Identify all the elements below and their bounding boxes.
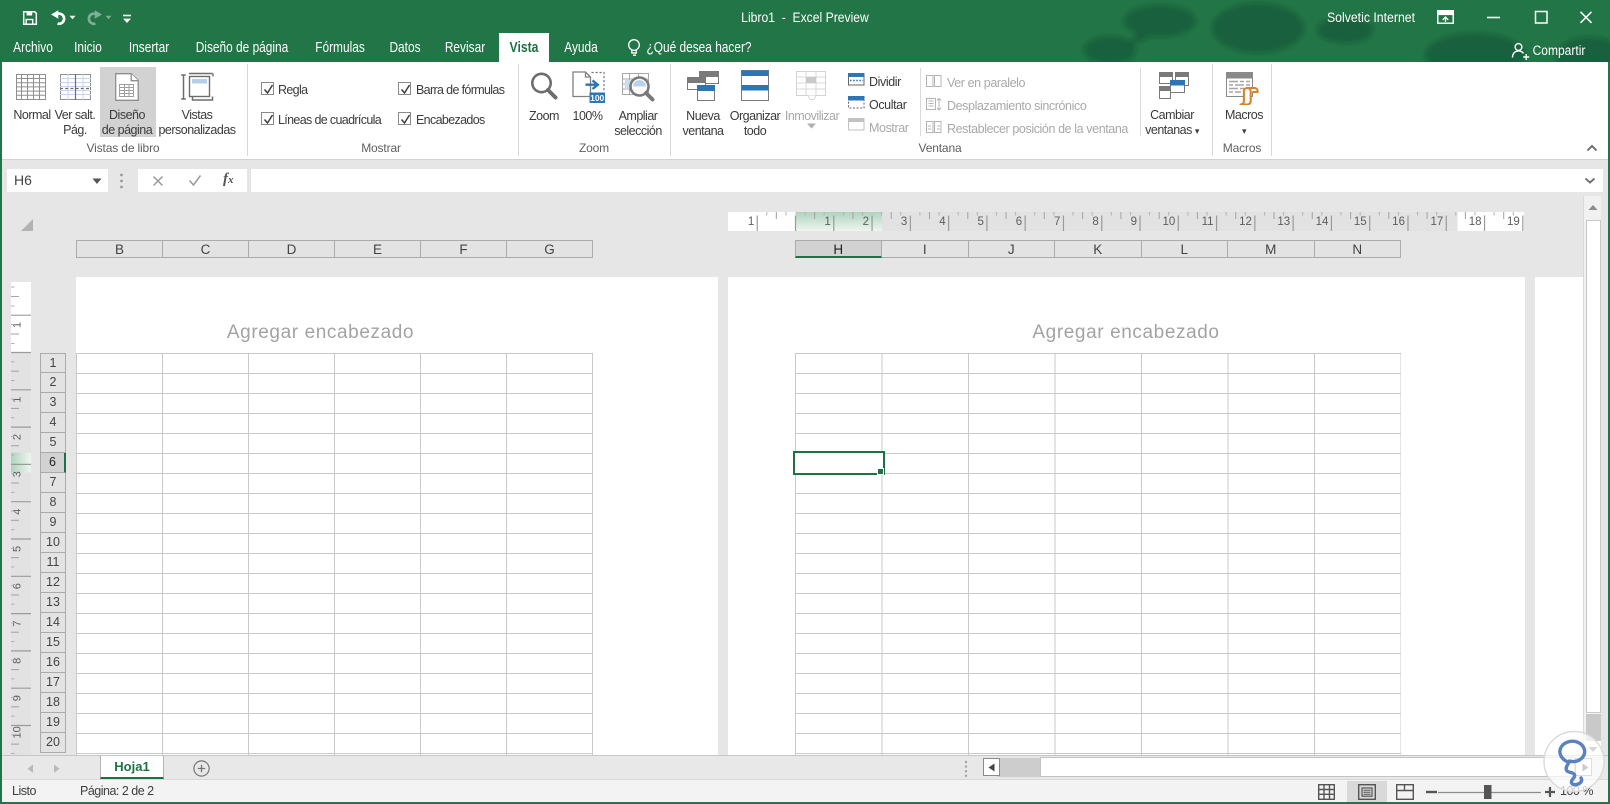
svg-text:4: 4 [12,509,24,515]
svg-text:5: 5 [12,546,24,552]
svg-text:3: 3 [12,471,24,477]
svg-text:2: 2 [12,434,24,440]
svg-text:2: 2 [862,216,868,228]
svg-text:6: 6 [1015,216,1021,228]
svg-text:10: 10 [1162,216,1175,228]
svg-text:15: 15 [1353,216,1366,228]
svg-text:9: 9 [1130,216,1136,228]
svg-text:16: 16 [1392,216,1405,228]
svg-text:7: 7 [1054,216,1060,228]
svg-text:5: 5 [977,216,983,228]
svg-text:100: 100 [590,93,604,103]
svg-text:10: 10 [12,726,24,738]
svg-text:1: 1 [12,397,24,403]
svg-text:8: 8 [12,658,24,664]
svg-text:1: 1 [824,216,830,228]
svg-text:8: 8 [1092,216,1098,228]
svg-text:9: 9 [12,695,24,701]
svg-text:18: 18 [1468,216,1481,228]
svg-text:3: 3 [900,216,906,228]
svg-text:13: 13 [1277,216,1290,228]
svg-text:14: 14 [1315,216,1328,228]
svg-text:11: 11 [1201,216,1213,228]
svg-text:7: 7 [12,620,24,626]
svg-text:4: 4 [939,216,946,228]
svg-text:6: 6 [12,583,24,589]
svg-text:17: 17 [1430,216,1443,228]
svg-text:12: 12 [1239,216,1252,228]
svg-text:19: 19 [1507,216,1520,228]
svg-text:1: 1 [747,216,753,228]
